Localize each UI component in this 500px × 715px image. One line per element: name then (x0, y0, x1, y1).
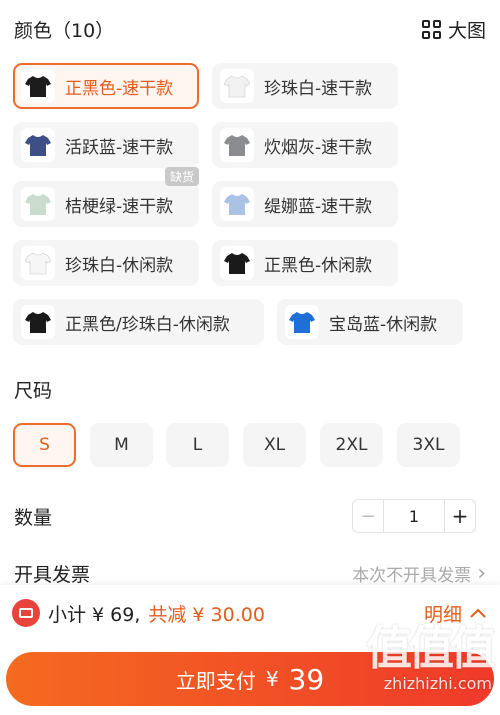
quantity-decrease-button[interactable]: − (353, 500, 383, 532)
invoice-title: 开具发票 (14, 564, 91, 586)
tshirt-thumbnail-icon (21, 246, 55, 280)
size-option[interactable]: 2XL (320, 423, 383, 467)
tshirt-thumbnail-icon (21, 128, 55, 162)
color-option[interactable]: 正黑色/珍珠白-休闲款 (13, 299, 264, 345)
color-option-label: 珍珠白-速干款 (264, 78, 373, 99)
color-option-label: 珍珠白-休闲款 (65, 255, 174, 276)
discount-text: 共减 ¥ 30.00 (148, 603, 265, 626)
color-option-label: 正黑色-速干款 (65, 78, 174, 99)
tshirt-thumbnail-icon (220, 128, 254, 162)
quantity-increase-button[interactable]: + (445, 500, 475, 532)
size-section-header: 尺码 (14, 376, 486, 403)
tshirt-thumbnail-icon (21, 187, 55, 221)
invoice-value: 本次不开具发票 (352, 566, 472, 586)
color-section-header: 颜色（10） 大图 (14, 16, 486, 43)
grid-view-icon (421, 19, 442, 40)
size-section-title: 尺码 (14, 380, 53, 402)
tshirt-thumbnail-icon (21, 305, 55, 339)
pay-now-label: 立即支付 (175, 668, 256, 693)
color-option[interactable]: 正黑色-速干款 (13, 63, 199, 109)
color-option[interactable]: 正黑色-休闲款 (212, 240, 398, 286)
size-option[interactable]: M (90, 423, 153, 467)
color-option-label: 宝岛蓝-休闲款 (329, 314, 438, 335)
size-option[interactable]: L (166, 423, 229, 467)
quantity-stepper[interactable]: − 1 + (352, 499, 476, 533)
pay-amount: 39 (288, 662, 325, 696)
color-option[interactable]: 珍珠白-休闲款 (13, 240, 199, 286)
color-option[interactable]: 宝岛蓝-休闲款 (277, 299, 463, 345)
tshirt-thumbnail-icon (285, 305, 319, 339)
color-section-title: 颜色（10） (14, 20, 115, 42)
pay-currency: ¥ (265, 667, 279, 691)
site-watermark: 值值值 zhizhizhi.com (366, 612, 496, 693)
invoice-value-group[interactable]: 本次不开具发票 › (352, 561, 486, 586)
color-option[interactable]: 珍珠白-速干款 (212, 63, 398, 109)
color-option[interactable]: 桔梗绿-速干款 (13, 181, 199, 227)
watermark-logo: 值值值 (366, 621, 496, 675)
invoice-row[interactable]: 开具发票 本次不开具发票 › (14, 560, 486, 587)
big-view-toggle[interactable]: 大图 (421, 16, 486, 43)
tshirt-thumbnail-icon (220, 187, 254, 221)
chevron-right-icon: › (477, 561, 486, 586)
color-option-label: 炊烟灰-速干款 (264, 137, 373, 158)
color-option-label: 桔梗绿-速干款 (65, 196, 174, 217)
size-option[interactable]: 3XL (397, 423, 460, 467)
quantity-section-title: 数量 (14, 507, 53, 529)
tshirt-thumbnail-icon (220, 69, 254, 103)
size-option[interactable]: S (13, 423, 76, 467)
subtotal-text: 小计 ¥ 69, (48, 603, 141, 626)
quantity-value[interactable]: 1 (383, 500, 445, 532)
color-option[interactable]: 炊烟灰-速干款 (212, 122, 398, 168)
coupon-icon (12, 599, 40, 627)
color-option-label: 缇娜蓝-速干款 (264, 196, 373, 217)
tshirt-thumbnail-icon (21, 69, 55, 103)
big-view-label: 大图 (447, 20, 486, 42)
out-of-stock-badge: 缺货 (165, 167, 200, 186)
color-option-label: 正黑色-休闲款 (264, 255, 373, 276)
color-option-label: 活跃蓝-速干款 (65, 137, 174, 158)
color-option-label: 正黑色/珍珠白-休闲款 (65, 314, 230, 335)
size-option[interactable]: XL (243, 423, 306, 467)
color-option[interactable]: 缇娜蓝-速干款 (212, 181, 398, 227)
tshirt-thumbnail-icon (220, 246, 254, 280)
watermark-site: zhizhizhi.com (383, 674, 492, 693)
color-option[interactable]: 活跃蓝-速干款 (13, 122, 199, 168)
